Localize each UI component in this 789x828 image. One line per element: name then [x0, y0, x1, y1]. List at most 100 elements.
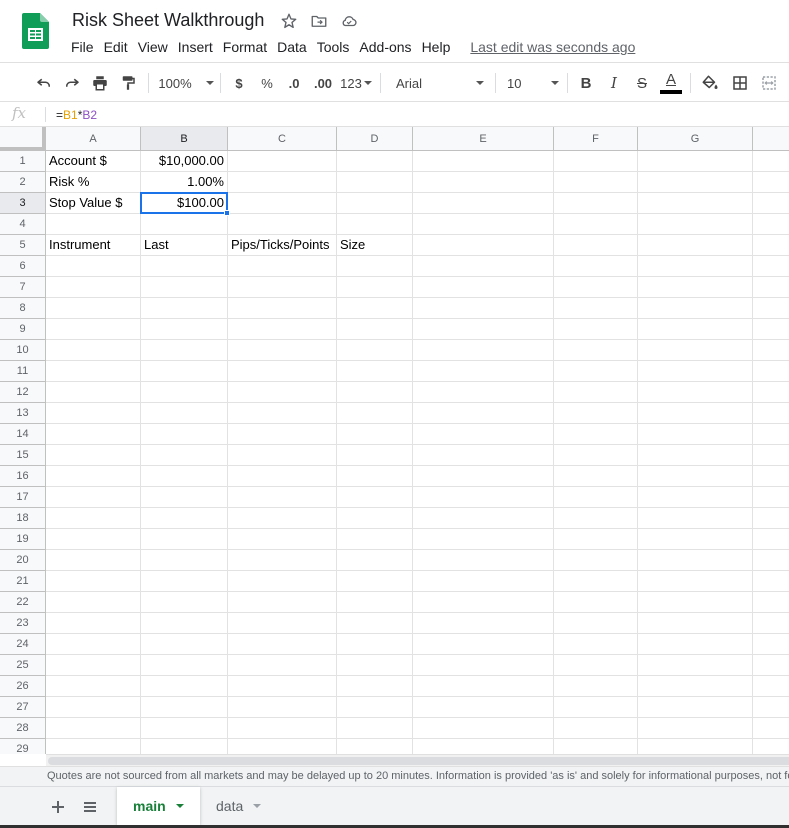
row-header-1[interactable]: 1 — [0, 151, 46, 172]
cell-a26[interactable] — [46, 676, 141, 697]
cell-b29[interactable] — [141, 739, 228, 754]
row-header-5[interactable]: 5 — [0, 235, 46, 256]
cell-overflow[interactable] — [753, 655, 789, 676]
menu-file[interactable]: File — [66, 37, 99, 57]
sheet-tab-dropdown-icon[interactable] — [175, 804, 184, 808]
row-header-21[interactable]: 21 — [0, 571, 46, 592]
cell-f3[interactable] — [554, 193, 638, 214]
cell-c9[interactable] — [228, 319, 337, 340]
cell-a18[interactable] — [46, 508, 141, 529]
cell-a11[interactable] — [46, 361, 141, 382]
undo-button[interactable] — [32, 63, 56, 103]
cell-e8[interactable] — [413, 298, 554, 319]
cell-g20[interactable] — [638, 550, 753, 571]
cell-c2[interactable] — [228, 172, 337, 193]
cell-g11[interactable] — [638, 361, 753, 382]
cell-b15[interactable] — [141, 445, 228, 466]
cell-a3[interactable]: Stop Value $ — [46, 193, 141, 214]
cell-d16[interactable] — [337, 466, 413, 487]
cell-f6[interactable] — [554, 256, 638, 277]
cell-g6[interactable] — [638, 256, 753, 277]
last-edit-link[interactable]: Last edit was seconds ago — [470, 39, 635, 55]
row-header-20[interactable]: 20 — [0, 550, 46, 571]
sheet-tab-data[interactable]: data — [200, 787, 277, 825]
cell-overflow[interactable] — [753, 193, 789, 214]
cell-g13[interactable] — [638, 403, 753, 424]
cell-g19[interactable] — [638, 529, 753, 550]
cell-b12[interactable] — [141, 382, 228, 403]
cell-a17[interactable] — [46, 487, 141, 508]
cell-b8[interactable] — [141, 298, 228, 319]
cell-d10[interactable] — [337, 340, 413, 361]
cell-e19[interactable] — [413, 529, 554, 550]
row-header-9[interactable]: 9 — [0, 319, 46, 340]
cell-overflow[interactable] — [753, 298, 789, 319]
cell-g24[interactable] — [638, 634, 753, 655]
row-header-13[interactable]: 13 — [0, 403, 46, 424]
all-sheets-button[interactable] — [78, 795, 102, 819]
cell-e18[interactable] — [413, 508, 554, 529]
cell-e10[interactable] — [413, 340, 554, 361]
cell-f7[interactable] — [554, 277, 638, 298]
cell-d26[interactable] — [337, 676, 413, 697]
cell-f28[interactable] — [554, 718, 638, 739]
cell-c16[interactable] — [228, 466, 337, 487]
cell-a16[interactable] — [46, 466, 141, 487]
borders-button[interactable] — [728, 63, 752, 103]
cell-c10[interactable] — [228, 340, 337, 361]
cell-g10[interactable] — [638, 340, 753, 361]
cell-a6[interactable] — [46, 256, 141, 277]
cell-f4[interactable] — [554, 214, 638, 235]
row-header-27[interactable]: 27 — [0, 697, 46, 718]
cell-g17[interactable] — [638, 487, 753, 508]
cell-e24[interactable] — [413, 634, 554, 655]
cell-c6[interactable] — [228, 256, 337, 277]
cell-b10[interactable] — [141, 340, 228, 361]
cell-a27[interactable] — [46, 697, 141, 718]
cell-d1[interactable] — [337, 151, 413, 172]
cell-overflow[interactable] — [753, 550, 789, 571]
cell-e2[interactable] — [413, 172, 554, 193]
cell-f2[interactable] — [554, 172, 638, 193]
cell-d14[interactable] — [337, 424, 413, 445]
cell-a8[interactable] — [46, 298, 141, 319]
cell-a23[interactable] — [46, 613, 141, 634]
cell-b24[interactable] — [141, 634, 228, 655]
cell-overflow[interactable] — [753, 424, 789, 445]
menu-format[interactable]: Format — [218, 37, 272, 57]
cell-b3[interactable]: $100.00 — [141, 193, 228, 214]
cell-e7[interactable] — [413, 277, 554, 298]
cell-b19[interactable] — [141, 529, 228, 550]
cell-g12[interactable] — [638, 382, 753, 403]
cell-g2[interactable] — [638, 172, 753, 193]
cell-f5[interactable] — [554, 235, 638, 256]
redo-button[interactable] — [60, 63, 84, 103]
cell-c19[interactable] — [228, 529, 337, 550]
cell-e1[interactable] — [413, 151, 554, 172]
cell-overflow[interactable] — [753, 256, 789, 277]
cell-e14[interactable] — [413, 424, 554, 445]
cell-overflow[interactable] — [753, 613, 789, 634]
cell-f27[interactable] — [554, 697, 638, 718]
cell-d20[interactable] — [337, 550, 413, 571]
cell-b1[interactable]: $10,000.00 — [141, 151, 228, 172]
cell-d25[interactable] — [337, 655, 413, 676]
cell-g28[interactable] — [638, 718, 753, 739]
cell-g5[interactable] — [638, 235, 753, 256]
cell-g21[interactable] — [638, 571, 753, 592]
cell-e13[interactable] — [413, 403, 554, 424]
row-header-2[interactable]: 2 — [0, 172, 46, 193]
cell-d3[interactable] — [337, 193, 413, 214]
column-header-a[interactable]: A — [46, 127, 141, 151]
cell-a22[interactable] — [46, 592, 141, 613]
cell-d18[interactable] — [337, 508, 413, 529]
cell-c25[interactable] — [228, 655, 337, 676]
cell-g26[interactable] — [638, 676, 753, 697]
cell-e27[interactable] — [413, 697, 554, 718]
cell-c13[interactable] — [228, 403, 337, 424]
bold-button[interactable]: B — [575, 63, 597, 103]
cell-a21[interactable] — [46, 571, 141, 592]
italic-button[interactable]: I — [603, 63, 625, 103]
cell-b20[interactable] — [141, 550, 228, 571]
cell-g8[interactable] — [638, 298, 753, 319]
